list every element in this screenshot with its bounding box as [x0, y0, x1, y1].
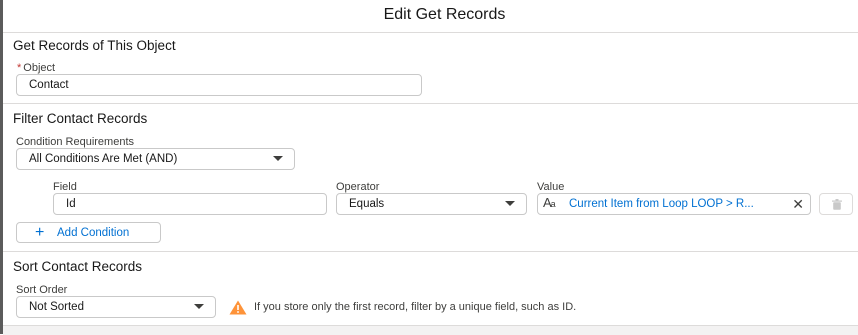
- filter-section-title: Filter Contact Records: [13, 111, 148, 126]
- field-column-label: Field: [53, 181, 77, 193]
- condition-value-input[interactable]: Aa Current Item from Loop LOOP > R... ✕: [537, 193, 811, 215]
- condition-field-input[interactable]: Id: [53, 193, 327, 215]
- modal-header: Edit Get Records: [3, 0, 858, 33]
- clear-icon[interactable]: ✕: [792, 196, 804, 213]
- condition-value-text: Current Item from Loop LOOP > R...: [569, 198, 754, 210]
- chevron-down-icon: [194, 304, 204, 309]
- trash-icon: [832, 199, 842, 210]
- condition-requirements-select[interactable]: All Conditions Are Met (AND): [16, 148, 295, 170]
- sort-order-label: Sort Order: [16, 284, 68, 296]
- section-divider: [3, 251, 858, 252]
- condition-requirements-value: All Conditions Are Met (AND): [29, 153, 178, 165]
- window-edge: [0, 0, 3, 334]
- modal-title: Edit Get Records: [383, 6, 506, 23]
- section-divider: [3, 103, 858, 104]
- condition-operator-value: Equals: [349, 198, 385, 210]
- object-label-text: Object: [23, 62, 56, 74]
- object-input[interactable]: Contact: [16, 74, 422, 96]
- warning-icon: [229, 300, 247, 315]
- chevron-down-icon: [505, 201, 515, 206]
- value-column-label: Value: [537, 181, 565, 193]
- required-marker: *: [17, 62, 22, 74]
- sort-order-select[interactable]: Not Sorted: [16, 296, 216, 318]
- add-condition-label: Add Condition: [57, 227, 130, 239]
- add-condition-button[interactable]: + Add Condition: [16, 222, 161, 243]
- sort-order-value: Not Sorted: [29, 301, 84, 313]
- condition-operator-select[interactable]: Equals: [336, 193, 527, 215]
- plus-icon: +: [35, 224, 45, 241]
- object-label: * Object: [17, 62, 55, 74]
- sort-section-title: Sort Contact Records: [13, 259, 143, 274]
- condition-requirements-label: Condition Requirements: [16, 136, 135, 148]
- text-type-icon: Aa: [543, 195, 556, 210]
- sort-warning-text: If you store only the first record, filt…: [254, 301, 577, 313]
- delete-condition-button[interactable]: [819, 193, 853, 215]
- condition-field-value: Id: [66, 198, 76, 210]
- object-section-title: Get Records of This Object: [13, 38, 176, 53]
- operator-column-label: Operator: [336, 181, 380, 193]
- chevron-down-icon: [273, 156, 283, 161]
- object-input-value: Contact: [29, 79, 69, 91]
